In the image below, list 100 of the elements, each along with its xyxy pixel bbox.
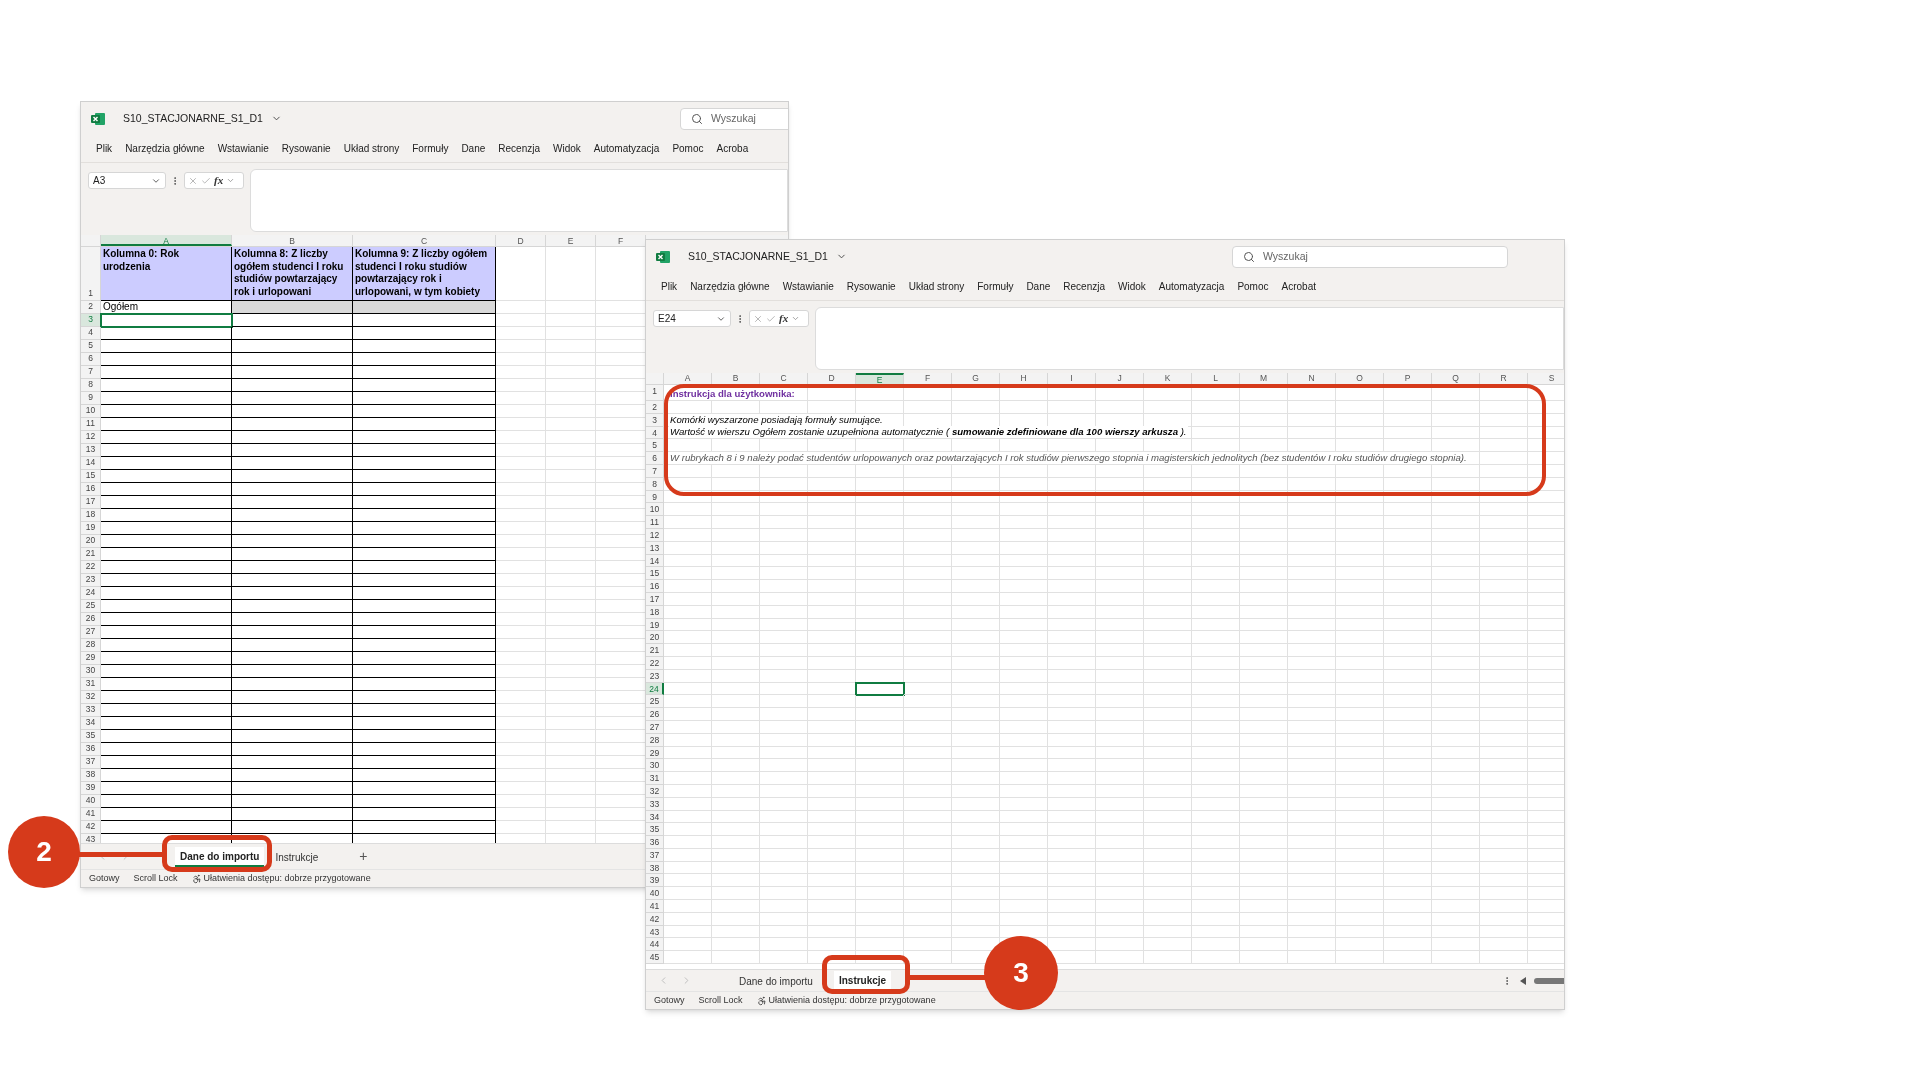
row-number[interactable]: 36 <box>646 836 664 849</box>
sheet-tab[interactable]: Dane do importu <box>734 971 818 990</box>
menu-tab[interactable]: Widok <box>1118 279 1146 294</box>
column-header[interactable]: M <box>1240 373 1288 384</box>
row-number[interactable]: 8 <box>81 379 101 392</box>
row-number[interactable]: 28 <box>81 639 101 652</box>
row-number[interactable]: 31 <box>646 772 664 785</box>
check-icon[interactable] <box>201 175 211 186</box>
menu-tab[interactable]: Pomoc <box>672 141 704 156</box>
row-number[interactable]: 27 <box>81 626 101 639</box>
row-number[interactable]: 38 <box>81 769 101 782</box>
row-number[interactable]: 26 <box>81 613 101 626</box>
row-number[interactable]: 2 <box>81 301 101 314</box>
name-box[interactable]: E24 <box>653 310 731 327</box>
column-header[interactable]: B <box>232 235 353 246</box>
column-header[interactable]: E <box>546 235 596 246</box>
search-field[interactable]: Wyszukaj <box>680 107 788 130</box>
row-number[interactable]: 10 <box>646 503 664 517</box>
formula-input[interactable] <box>250 169 788 232</box>
column-header[interactable]: D <box>496 235 546 246</box>
row-number[interactable]: 18 <box>81 509 101 522</box>
row-number[interactable]: 42 <box>81 821 101 834</box>
row-number[interactable]: 15 <box>646 567 664 581</box>
menu-tab[interactable]: Wstawianie <box>782 279 834 294</box>
column-header[interactable]: N <box>1288 373 1336 384</box>
row-number[interactable]: 33 <box>81 704 101 717</box>
menu-tab[interactable]: Plik <box>96 141 113 156</box>
row-number[interactable]: 39 <box>646 874 664 888</box>
row-number[interactable]: 1 <box>81 247 101 301</box>
row-number[interactable]: 16 <box>81 483 101 496</box>
menu-tab[interactable]: Widok <box>553 141 581 156</box>
row-number[interactable]: 35 <box>81 730 101 743</box>
menu-tab[interactable]: Wstawianie <box>217 141 269 156</box>
cancel-icon[interactable] <box>188 175 198 186</box>
selected-cell[interactable] <box>101 314 232 327</box>
row-number[interactable]: 40 <box>81 795 101 808</box>
formula-input[interactable] <box>815 307 1564 370</box>
menu-tab[interactable]: Dane <box>1026 279 1051 294</box>
column-header[interactable]: J <box>1096 373 1144 384</box>
menu-tab[interactable]: Narzędzia główne <box>690 279 770 294</box>
row-number[interactable]: 2 <box>646 401 664 414</box>
column-header[interactable]: R <box>1480 373 1528 384</box>
row-number[interactable]: 25 <box>81 600 101 613</box>
row-number[interactable]: 21 <box>81 548 101 561</box>
menu-tab[interactable]: Automatyzacja <box>593 141 660 156</box>
row-number[interactable]: 5 <box>646 439 664 453</box>
row-number[interactable]: 37 <box>81 756 101 769</box>
row-number[interactable]: 30 <box>646 759 664 773</box>
row-number[interactable]: 14 <box>81 457 101 470</box>
row-number[interactable]: 20 <box>81 535 101 548</box>
column-header[interactable]: F <box>904 373 952 384</box>
menu-tab[interactable]: Acrobat <box>1281 279 1316 294</box>
menu-tab[interactable]: Formuły <box>412 141 449 156</box>
row-number[interactable]: 13 <box>81 444 101 457</box>
accessibility-status[interactable]: Ułatwienia dostępu: dobrze przygotowane <box>768 993 936 1008</box>
row-number[interactable]: 17 <box>81 496 101 509</box>
check-icon[interactable] <box>766 313 776 324</box>
column-header[interactable]: P <box>1384 373 1432 384</box>
menu-tab[interactable]: Rysowanie <box>846 279 896 294</box>
column-header[interactable]: E <box>856 373 904 384</box>
row-number[interactable]: 10 <box>81 405 101 418</box>
row-number[interactable]: 36 <box>81 743 101 756</box>
row-number[interactable]: 41 <box>81 808 101 821</box>
row-number[interactable]: 3 <box>81 314 101 327</box>
row-number[interactable]: 11 <box>646 516 664 529</box>
row-number[interactable]: 30 <box>81 665 101 678</box>
row-number[interactable]: 22 <box>81 561 101 574</box>
column-header[interactable]: A <box>664 373 712 384</box>
row-number[interactable]: 19 <box>81 522 101 535</box>
column-header[interactable]: C <box>353 235 496 246</box>
menu-tab[interactable]: Rysowanie <box>281 141 331 156</box>
name-box[interactable]: A3 <box>88 172 166 189</box>
row-number[interactable]: 6 <box>81 353 101 366</box>
row-number[interactable]: 41 <box>646 900 664 913</box>
menu-tab[interactable]: Acroba <box>716 141 749 156</box>
row-number[interactable]: 23 <box>81 574 101 587</box>
scroll-left-icon[interactable] <box>1520 976 1526 985</box>
menu-tab[interactable]: Narzędzia główne <box>125 141 205 156</box>
insert-function-button[interactable]: fx <box>214 172 224 189</box>
sheet-tab[interactable]: Dane do importu <box>175 846 265 867</box>
menu-tab[interactable]: Plik <box>661 279 678 294</box>
scrollbar-thumb[interactable] <box>1534 977 1564 984</box>
chevron-down-icon[interactable] <box>791 314 801 323</box>
row-number[interactable]: 7 <box>81 366 101 379</box>
column-header[interactable]: O <box>1336 373 1384 384</box>
insert-function-button[interactable]: fx <box>779 310 789 327</box>
row-number[interactable]: 9 <box>81 392 101 405</box>
menu-tab[interactable]: Recenzja <box>1063 279 1105 294</box>
row-number[interactable]: 26 <box>646 708 664 721</box>
menu-tab[interactable]: Automatyzacja <box>1158 279 1225 294</box>
menu-tab[interactable]: Układ strony <box>343 141 400 156</box>
row-number[interactable]: 34 <box>81 717 101 730</box>
row-number[interactable]: 44 <box>646 938 664 952</box>
row-number[interactable]: 5 <box>81 340 101 353</box>
add-sheet-button[interactable]: + <box>359 846 368 867</box>
menu-tab[interactable]: Układ strony <box>908 279 965 294</box>
search-field[interactable]: Wyszukaj <box>1232 245 1508 268</box>
sheet-tab[interactable]: Instrukcje <box>833 970 892 991</box>
row-number[interactable]: 16 <box>646 580 664 593</box>
cancel-icon[interactable] <box>753 313 763 324</box>
